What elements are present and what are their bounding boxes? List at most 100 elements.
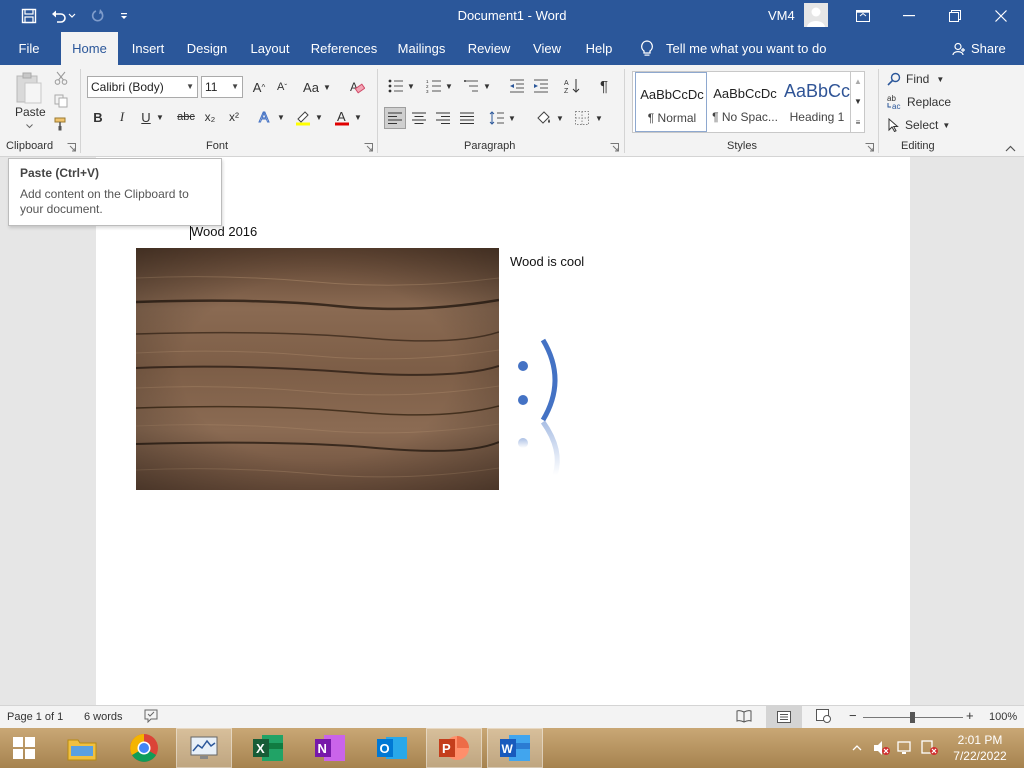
show-formatting-icon[interactable]: ¶	[594, 76, 614, 96]
windows-start-icon[interactable]	[0, 728, 48, 768]
superscript-button[interactable]: x²	[224, 107, 244, 127]
powerpoint-icon[interactable]: P	[426, 728, 482, 768]
onenote-icon[interactable]: N	[302, 728, 358, 768]
zoom-out-icon[interactable]: −	[849, 708, 857, 723]
strikethrough-button[interactable]: abc	[175, 107, 197, 127]
style-heading-1[interactable]: AaBbCc Heading 1	[781, 72, 853, 132]
decrease-indent-icon[interactable]	[507, 76, 527, 96]
multilevel-dropdown-icon[interactable]: ▼	[482, 76, 492, 96]
highlight-dropdown-icon[interactable]: ▼	[314, 107, 324, 127]
underline-dropdown-icon[interactable]: ▼	[155, 107, 165, 127]
replace-button[interactable]: ab ac Replace	[887, 92, 957, 112]
font-family-select[interactable]: Calibri (Body) ▼	[87, 76, 198, 98]
user-name[interactable]: VM4	[768, 8, 795, 23]
copy-icon[interactable]	[52, 92, 70, 110]
bullets-icon[interactable]	[386, 76, 406, 96]
file-explorer-icon[interactable]	[54, 728, 110, 768]
excel-icon[interactable]: X	[240, 728, 296, 768]
line-spacing-dropdown-icon[interactable]: ▼	[507, 107, 517, 129]
zoom-slider-thumb[interactable]	[910, 712, 915, 723]
select-button[interactable]: Select ▼	[887, 115, 957, 135]
change-case-button[interactable]: Aa	[300, 77, 322, 97]
paste-dropdown-icon[interactable]	[24, 121, 34, 131]
tab-references[interactable]: References	[308, 32, 380, 65]
tab-insert[interactable]: Insert	[126, 32, 170, 65]
clipboard-launcher-icon[interactable]	[66, 142, 77, 153]
network-icon[interactable]	[897, 728, 915, 768]
volume-muted-icon[interactable]	[873, 728, 891, 768]
document-caption[interactable]: Wood is cool	[510, 254, 584, 269]
grow-font-icon[interactable]: A ^	[249, 77, 269, 97]
outlook-icon[interactable]: O	[364, 728, 420, 768]
change-case-dropdown-icon[interactable]: ▼	[322, 77, 332, 97]
subscript-button[interactable]: x₂	[200, 107, 220, 127]
page-count[interactable]: Page 1 of 1	[7, 711, 63, 723]
style-no-spacing[interactable]: AaBbCcDc ¶ No Spac...	[709, 72, 781, 132]
word-count[interactable]: 6 words	[84, 711, 123, 723]
text-effects-icon[interactable]: A	[254, 106, 276, 128]
styles-scroll-up-icon[interactable]: ▲	[850, 71, 865, 91]
smiley-wordart[interactable]	[505, 320, 575, 480]
cut-icon[interactable]	[52, 69, 70, 87]
paragraph-launcher-icon[interactable]	[609, 142, 620, 153]
format-painter-icon[interactable]	[52, 115, 70, 133]
sort-icon[interactable]: AZ	[562, 76, 582, 96]
document-heading[interactable]: Wood 2016	[191, 224, 257, 239]
find-button[interactable]: Find ▼	[887, 69, 957, 89]
tab-help[interactable]: Help	[580, 32, 618, 65]
wood-image[interactable]	[135, 248, 500, 490]
italic-button[interactable]: I	[113, 107, 131, 127]
tab-file[interactable]: File	[10, 32, 48, 65]
paste-button[interactable]: Paste	[15, 105, 46, 119]
font-size-select[interactable]: 11 ▼	[201, 76, 243, 98]
shrink-font-icon[interactable]: Aˇ	[272, 77, 292, 97]
line-spacing-icon[interactable]	[487, 107, 507, 129]
ribbon-display-options-icon[interactable]	[840, 0, 886, 32]
align-left-icon[interactable]	[384, 107, 406, 129]
restore-icon[interactable]	[932, 0, 978, 32]
share-button[interactable]: Share	[952, 32, 1006, 65]
tray-chevron-icon[interactable]	[852, 728, 862, 768]
performance-monitor-icon[interactable]	[176, 728, 232, 768]
font-color-icon[interactable]: A	[331, 106, 353, 128]
tab-review[interactable]: Review	[463, 32, 515, 65]
zoom-level[interactable]: 100%	[989, 711, 1017, 723]
align-right-icon[interactable]	[433, 107, 453, 129]
styles-scroll-down-icon[interactable]: ▼	[850, 91, 865, 111]
tab-design[interactable]: Design	[182, 32, 232, 65]
style-normal[interactable]: AaBbCcDc ¶ Normal	[635, 72, 707, 132]
word-icon[interactable]: W	[487, 728, 543, 768]
tell-me-search[interactable]: Tell me what you want to do	[640, 32, 826, 65]
highlight-icon[interactable]	[292, 106, 314, 128]
borders-dropdown-icon[interactable]: ▼	[594, 107, 604, 129]
bold-button[interactable]: B	[89, 107, 107, 127]
bullets-dropdown-icon[interactable]: ▼	[406, 76, 416, 96]
print-layout-icon[interactable]	[766, 706, 802, 728]
zoom-in-icon[interactable]: +	[966, 708, 974, 723]
increase-indent-icon[interactable]	[531, 76, 551, 96]
font-color-dropdown-icon[interactable]: ▼	[353, 107, 363, 127]
tab-home[interactable]: Home	[61, 32, 118, 65]
text-effects-dropdown-icon[interactable]: ▼	[276, 107, 286, 127]
align-center-icon[interactable]	[409, 107, 429, 129]
web-layout-icon[interactable]	[816, 709, 832, 726]
avatar[interactable]	[804, 3, 828, 27]
styles-more-icon[interactable]: ≡	[850, 111, 865, 133]
proofing-icon[interactable]	[144, 709, 158, 726]
tab-view[interactable]: View	[528, 32, 566, 65]
styles-launcher-icon[interactable]	[864, 142, 875, 153]
collapse-ribbon-icon[interactable]	[1003, 142, 1017, 154]
tab-layout[interactable]: Layout	[245, 32, 295, 65]
chrome-icon[interactable]	[116, 728, 172, 768]
numbering-dropdown-icon[interactable]: ▼	[444, 76, 454, 96]
shading-dropdown-icon[interactable]: ▼	[555, 107, 565, 129]
justify-icon[interactable]	[457, 107, 477, 129]
underline-button[interactable]: U	[137, 107, 155, 127]
clear-formatting-icon[interactable]: A	[346, 77, 368, 97]
numbering-icon[interactable]: 123	[424, 76, 444, 96]
system-clock[interactable]: 2:01 PM 7/22/2022	[950, 732, 1010, 764]
multilevel-list-icon[interactable]	[462, 76, 482, 96]
notification-warning-icon[interactable]	[921, 728, 939, 768]
font-launcher-icon[interactable]	[363, 142, 374, 153]
paste-icon[interactable]	[12, 70, 46, 108]
